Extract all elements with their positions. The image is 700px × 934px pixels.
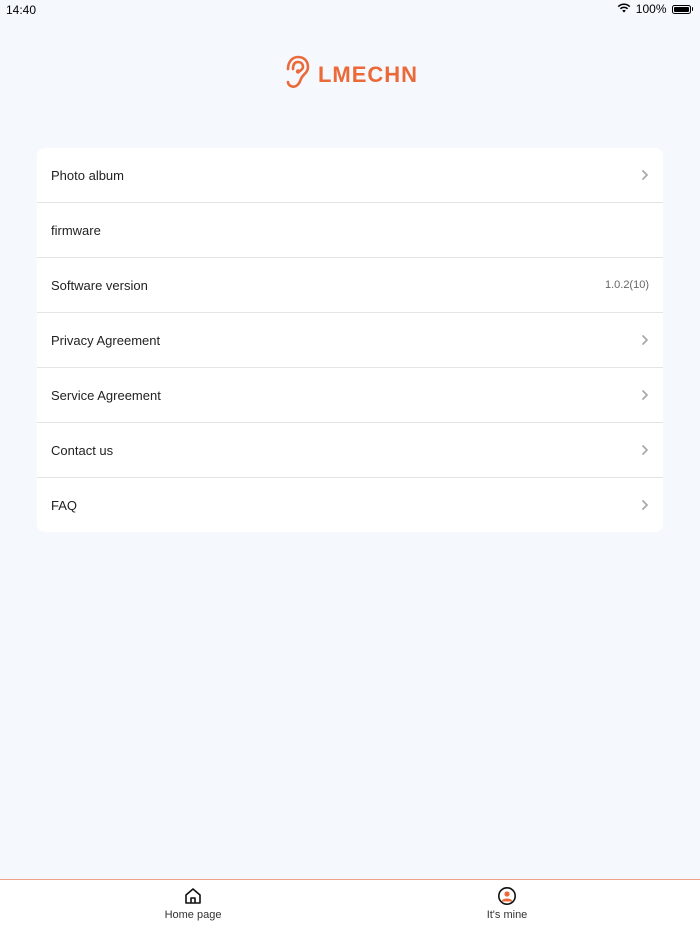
status-indicators: 100%	[617, 2, 693, 16]
status-time: 14:40	[6, 3, 37, 17]
tab-label: It's mine	[486, 909, 528, 921]
menu-item-service-agreement[interactable]: Service Agreement	[37, 368, 663, 423]
chevron-right-icon	[641, 169, 649, 181]
battery-icon	[671, 4, 693, 14]
menu-item-label: FAQ	[51, 497, 78, 513]
menu-item-contact-us[interactable]: Contact us	[37, 423, 663, 478]
chevron-right-icon	[641, 499, 649, 511]
menu-item-firmware[interactable]: firmware	[37, 203, 663, 258]
software-version-value: 1.0.2(10)	[604, 279, 649, 291]
home-icon	[183, 886, 203, 906]
menu-item-label: Photo album	[51, 167, 124, 183]
ear-logo-icon	[282, 55, 312, 94]
menu-item-label: Software version	[51, 277, 148, 293]
menu-item-label: Contact us	[51, 442, 114, 458]
status-bar: 14:40 100%	[0, 0, 700, 20]
settings-menu: Photo album firmware Software version 1.…	[37, 148, 663, 532]
menu-item-faq[interactable]: FAQ	[37, 478, 663, 532]
chevron-right-icon	[641, 444, 649, 456]
bottom-tab-bar: Home page It's mine	[0, 879, 700, 934]
chevron-right-icon	[641, 389, 649, 401]
menu-item-label: Privacy Agreement	[51, 332, 161, 348]
brand-name: LMECHN	[317, 61, 419, 87]
tab-label: Home page	[164, 909, 222, 921]
tab-its-mine[interactable]: It's mine	[447, 886, 567, 921]
chevron-right-icon	[641, 334, 649, 346]
brand-logo: LMECHN	[0, 55, 700, 94]
tab-home-page[interactable]: Home page	[133, 886, 253, 921]
menu-item-software-version: Software version 1.0.2(10)	[37, 258, 663, 313]
menu-item-photo-album[interactable]: Photo album	[37, 148, 663, 203]
menu-item-label: Service Agreement	[51, 387, 161, 403]
battery-percent: 100%	[635, 2, 667, 16]
menu-item-label: firmware	[51, 222, 101, 238]
wifi-icon	[617, 2, 631, 16]
profile-icon	[497, 886, 517, 906]
menu-item-privacy-agreement[interactable]: Privacy Agreement	[37, 313, 663, 368]
